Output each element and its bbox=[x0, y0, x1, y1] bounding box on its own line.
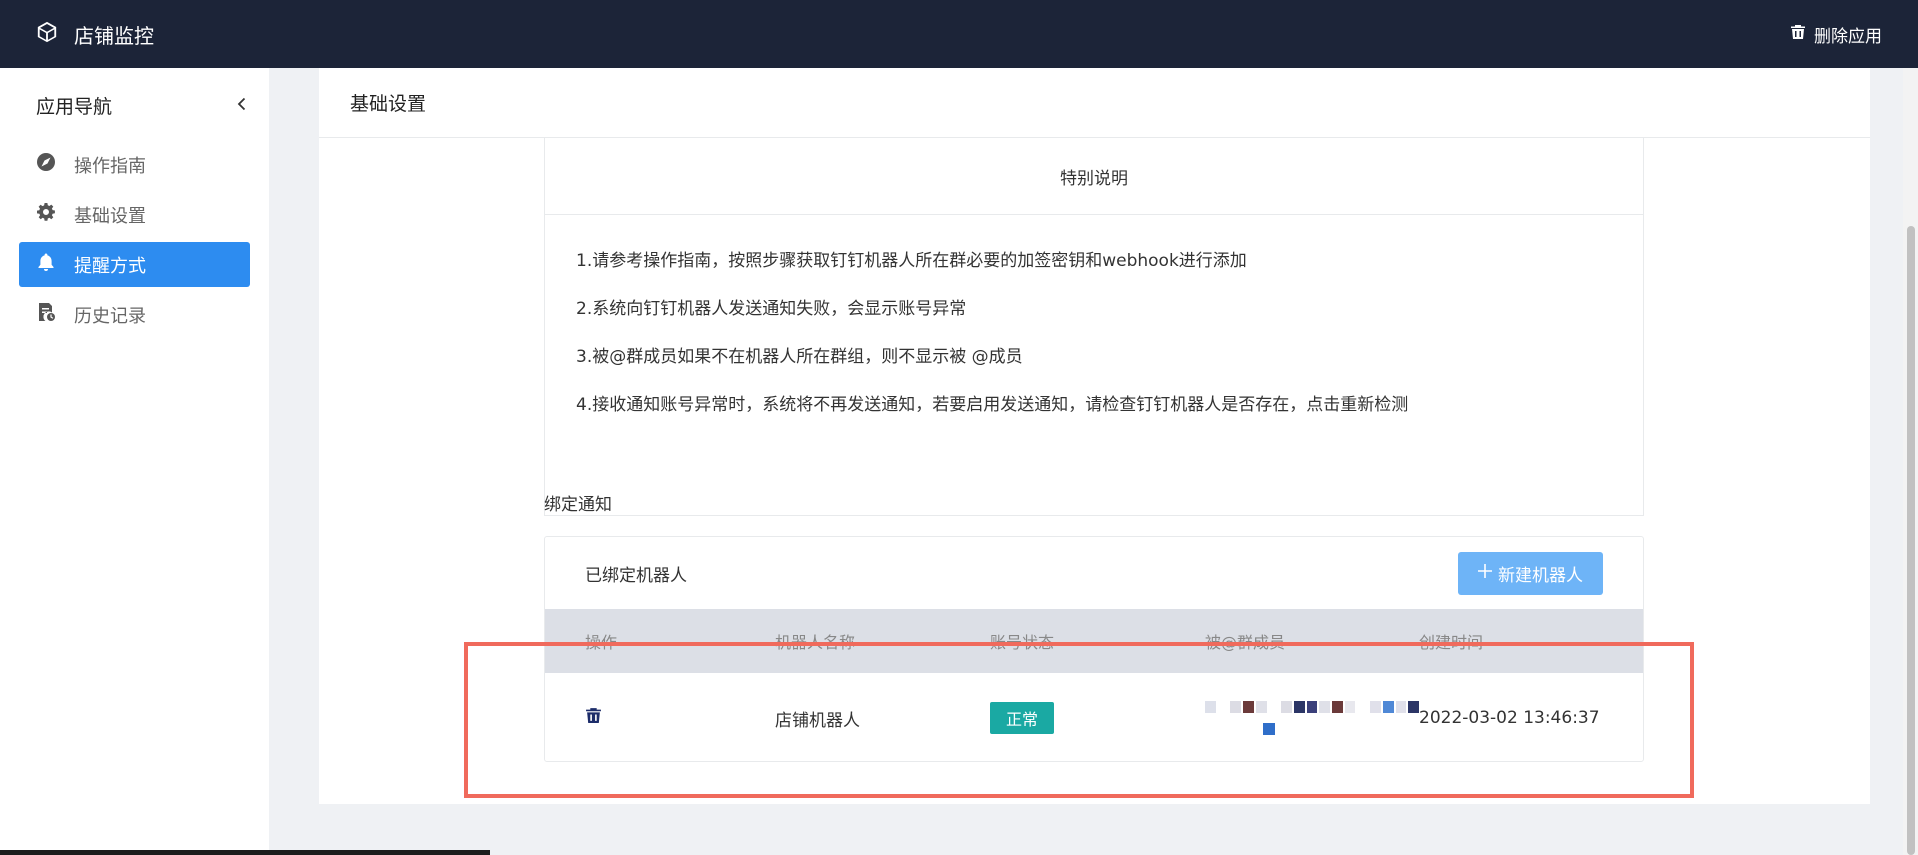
bound-robots-panel: 已绑定机器人 新建机器人 操作 机器人名称 账号状态 被@群成员 创建时间 店铺… bbox=[544, 536, 1644, 762]
main-card: 基础设置 特别说明 1.请参考操作指南，按照步骤获取钉钉机器人所在群必要的加签密… bbox=[319, 68, 1870, 804]
trash-icon bbox=[1790, 24, 1806, 45]
sidebar-item-settings[interactable]: 基础设置 bbox=[19, 192, 250, 237]
sidebar-heading: 应用导航 bbox=[36, 95, 113, 118]
notice-line: 1.请参考操作指南，按照步骤获取钉钉机器人所在群必要的加签密钥和webhook进… bbox=[576, 251, 1247, 271]
app-brand: 店铺监控 bbox=[36, 20, 154, 49]
delete-robot-trash-icon[interactable] bbox=[585, 708, 602, 729]
compass-icon bbox=[36, 152, 56, 177]
app-title: 店铺监控 bbox=[74, 23, 154, 48]
sidebar-item-label: 操作指南 bbox=[74, 155, 146, 177]
column-header-action: 操作 bbox=[585, 633, 618, 652]
sidebar-item-reminder[interactable]: 提醒方式 bbox=[19, 242, 250, 287]
column-header-status: 账号状态 bbox=[990, 633, 1055, 652]
new-robot-button[interactable]: 新建机器人 bbox=[1458, 551, 1603, 595]
bottom-strip bbox=[0, 850, 490, 855]
page-title: 基础设置 bbox=[350, 93, 427, 115]
table-header: 操作 机器人名称 账号状态 被@群成员 创建时间 bbox=[545, 609, 1643, 673]
notice-title: 特别说明 bbox=[545, 138, 1643, 215]
scrollbar-thumb[interactable] bbox=[1907, 226, 1915, 855]
notice-line: 4.接收通知账号异常时，系统将不再发送通知，若要启用发送通知，请检查钉钉机器人是… bbox=[576, 395, 1409, 415]
sidebar-item-label: 提醒方式 bbox=[74, 255, 146, 277]
card-header: 基础设置 bbox=[319, 68, 1870, 138]
history-doc-icon bbox=[36, 302, 56, 327]
bind-section-label: 绑定通知 bbox=[544, 495, 612, 515]
notice-panel: 特别说明 1.请参考操作指南，按照步骤获取钉钉机器人所在群必要的加签密钥和web… bbox=[544, 138, 1644, 516]
plus-icon bbox=[1478, 563, 1492, 583]
collapse-chevron-icon[interactable] bbox=[235, 94, 249, 116]
bound-robots-header: 已绑定机器人 新建机器人 bbox=[545, 537, 1643, 609]
status-badge: 正常 bbox=[990, 702, 1055, 734]
row-action-cell bbox=[545, 707, 775, 729]
top-bar: 店铺监控 删除应用 bbox=[0, 0, 1918, 68]
sidebar-item-label: 基础设置 bbox=[74, 205, 146, 227]
notice-line: 3.被@群成员如果不在机器人所在群组，则不显示被 @成员 bbox=[576, 347, 1023, 367]
bound-robots-title: 已绑定机器人 bbox=[585, 565, 687, 586]
sidebar-item-label: 历史记录 bbox=[74, 305, 146, 327]
delete-app-button[interactable]: 删除应用 bbox=[1790, 22, 1882, 47]
delete-app-label: 删除应用 bbox=[1814, 26, 1882, 47]
created-time: 2022-03-02 13:46:37 bbox=[1419, 708, 1600, 728]
notice-line: 2.系统向钉钉机器人发送通知失败，会显示账号异常 bbox=[576, 299, 967, 319]
sidebar-header: 应用导航 bbox=[0, 68, 269, 142]
gear-icon bbox=[36, 202, 56, 227]
page-scrollbar[interactable] bbox=[1903, 68, 1918, 855]
sidebar-item-guide[interactable]: 操作指南 bbox=[19, 142, 250, 187]
status-cell: 正常 bbox=[990, 702, 1205, 734]
new-robot-label: 新建机器人 bbox=[1498, 565, 1583, 586]
table-row: 店铺机器人 正常 2022-03-02 13:46:37 bbox=[545, 673, 1643, 761]
sidebar-item-history[interactable]: 历史记录 bbox=[19, 292, 250, 337]
pixelated-members-avatar bbox=[1205, 701, 1419, 735]
cube-icon bbox=[36, 21, 58, 48]
notice-body: 1.请参考操作指南，按照步骤获取钉钉机器人所在群必要的加签密钥和webhook进… bbox=[545, 215, 1643, 429]
bell-icon bbox=[36, 252, 56, 277]
column-header-members: 被@群成员 bbox=[1205, 633, 1286, 652]
robot-name: 店铺机器人 bbox=[775, 710, 860, 731]
sidebar: 应用导航 操作指南 基础设置 提醒方式 历史记录 bbox=[0, 68, 269, 855]
column-header-name: 机器人名称 bbox=[775, 633, 856, 652]
members-cell bbox=[1205, 701, 1419, 735]
column-header-created: 创建时间 bbox=[1419, 633, 1484, 652]
